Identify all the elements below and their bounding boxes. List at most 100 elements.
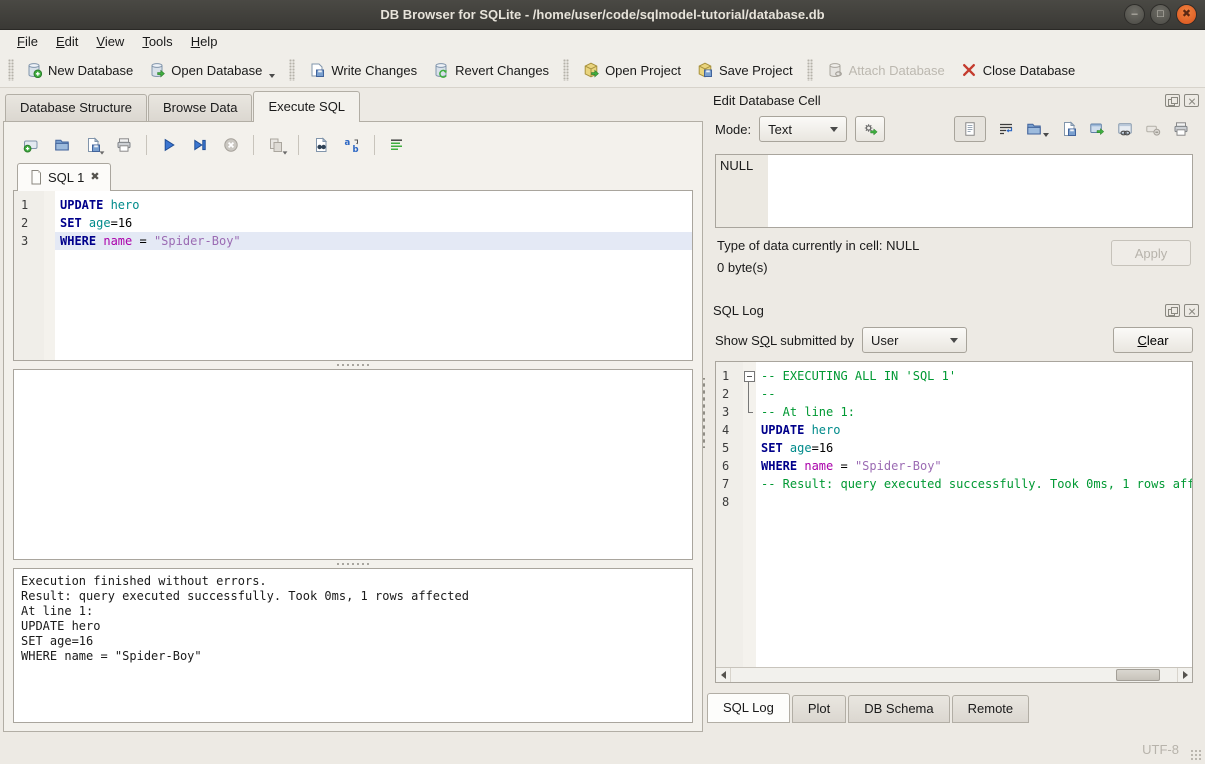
log-line: UPDATE hero	[21, 619, 685, 634]
new-tab-button[interactable]	[19, 133, 43, 157]
edit-cell-title: Edit Database Cell	[713, 93, 821, 108]
code-segment: name	[103, 234, 132, 248]
maximize-button[interactable]: □	[1150, 4, 1171, 25]
toolbar-drag-handle[interactable]	[8, 59, 14, 81]
code-line: SET age=16	[55, 214, 692, 232]
code-segment: =	[132, 234, 154, 248]
cell-edit-area[interactable]	[768, 155, 1192, 227]
copy-link-button[interactable]	[1117, 121, 1133, 137]
code-segment: WHERE	[60, 234, 103, 248]
sql-log-title: SQL Log	[713, 303, 764, 318]
export-data-button[interactable]	[1061, 121, 1077, 137]
status-bar: UTF-8	[0, 734, 1205, 764]
float-panel-icon[interactable]	[1165, 94, 1180, 107]
code-segment: "Spider-Boy"	[154, 234, 241, 248]
menu-view[interactable]: View	[87, 32, 133, 51]
minimize-button[interactable]: –	[1124, 4, 1145, 25]
scroll-right-icon[interactable]	[1177, 668, 1192, 682]
toolbar-separator	[807, 59, 813, 81]
cell-editor-icons	[954, 116, 1195, 142]
fold-cell	[743, 421, 756, 439]
open-external-button[interactable]	[1089, 121, 1105, 137]
print-button[interactable]	[112, 133, 136, 157]
find-replace-icon: ab	[344, 137, 360, 153]
close-database-label: Close Database	[983, 63, 1076, 78]
main-tab-bar: Database StructureBrowse DataExecute SQL	[3, 90, 703, 121]
active-toggle-button[interactable]	[954, 116, 986, 142]
execute-all-button[interactable]	[157, 133, 181, 157]
find-button[interactable]	[309, 133, 333, 157]
toolbar-separator	[298, 135, 299, 155]
line-number: 4	[722, 421, 743, 439]
execute-current-line-button[interactable]	[188, 133, 212, 157]
log-fold-margin[interactable]	[743, 362, 756, 667]
toolbar-separator	[146, 135, 147, 155]
fold-marker-icon[interactable]	[743, 403, 756, 421]
scrollbar-thumb[interactable]	[1116, 669, 1160, 681]
sql-file-tab[interactable]: SQL 1 ✖	[17, 163, 111, 191]
sql-editor[interactable]: 123 UPDATE heroSET age=16WHERE name = "S…	[13, 190, 693, 361]
word-wrap-button[interactable]	[998, 121, 1014, 137]
scroll-left-icon[interactable]	[716, 668, 731, 682]
new-database-button[interactable]: New Database	[18, 57, 141, 83]
text-mode-button[interactable]	[962, 121, 978, 137]
attach-database-icon	[827, 62, 843, 78]
write-changes-button[interactable]: Write Changes	[301, 57, 425, 83]
log-code-line: --	[756, 385, 1192, 403]
close-button[interactable]: ✖	[1176, 4, 1197, 25]
attach-database-label: Attach Database	[849, 63, 945, 78]
bottom-tab-remote[interactable]: Remote	[952, 695, 1030, 723]
editor-code-area[interactable]: UPDATE heroSET age=16WHERE name = "Spide…	[55, 191, 692, 360]
tab-database-structure[interactable]: Database Structure	[5, 94, 147, 121]
log-filter-select[interactable]: User	[862, 327, 967, 353]
float-panel-icon[interactable]	[1165, 304, 1180, 317]
line-number: 1	[722, 367, 743, 385]
mode-select[interactable]: Text	[759, 116, 847, 142]
menu-help[interactable]: Help	[182, 32, 227, 51]
close-database-button[interactable]: Close Database	[953, 57, 1084, 83]
resize-grip[interactable]	[1190, 749, 1202, 761]
fold-marker-icon[interactable]	[743, 367, 756, 385]
revert-changes-button[interactable]: Revert Changes	[425, 57, 557, 83]
tab-browse-data[interactable]: Browse Data	[148, 94, 252, 121]
format-sql-button[interactable]	[385, 133, 409, 157]
db-open-icon	[149, 62, 165, 78]
bottom-tab-sql-log[interactable]: SQL Log	[707, 693, 790, 723]
sql-log-filter-row: Show SQL submitted by User Clear	[715, 327, 1193, 353]
svg-text:a: a	[345, 138, 351, 148]
close-database-icon	[961, 62, 977, 78]
sql-file-icon	[28, 169, 42, 185]
save-project-button[interactable]: Save Project	[689, 57, 801, 83]
close-panel-icon[interactable]	[1184, 304, 1199, 317]
import-data-button[interactable]	[1026, 121, 1049, 137]
cell-editor[interactable]: NULL	[715, 154, 1193, 228]
close-panel-icon[interactable]	[1184, 94, 1199, 107]
auto-apply-button[interactable]	[855, 116, 885, 142]
clear-button[interactable]: Clear	[1113, 327, 1193, 353]
bottom-tab-db-schema[interactable]: DB Schema	[848, 695, 949, 723]
sql-editor-toolbar: ab	[13, 130, 693, 160]
mode-label: Mode:	[715, 122, 751, 137]
results-log-splitter[interactable]	[13, 560, 693, 568]
tab-execute-sql[interactable]: Execute SQL	[253, 91, 360, 122]
revert-changes-label: Revert Changes	[455, 63, 549, 78]
menu-file[interactable]: File	[8, 32, 47, 51]
menu-tools[interactable]: Tools	[133, 32, 181, 51]
panel-splitter[interactable]	[700, 378, 707, 448]
log-code-line: -- At line 1:	[756, 403, 1192, 421]
gear-apply-icon	[862, 121, 878, 137]
menu-edit[interactable]: Edit	[47, 32, 87, 51]
open-database-button[interactable]: Open Database	[141, 57, 283, 83]
sql-log-view[interactable]: 12345678 -- EXECUTING ALL IN 'SQL 1'----…	[715, 361, 1193, 683]
fold-marker-icon[interactable]	[743, 385, 756, 403]
horizontal-scrollbar[interactable]	[716, 667, 1192, 682]
save-sql-file-button[interactable]	[81, 133, 105, 157]
open-project-button[interactable]: Open Project	[575, 57, 689, 83]
find-replace-button[interactable]: ab	[340, 133, 364, 157]
bottom-tab-plot[interactable]: Plot	[792, 695, 846, 723]
close-sql-tab-icon[interactable]: ✖	[90, 172, 99, 183]
log-line: At line 1:	[21, 604, 685, 619]
open-sql-file-button[interactable]	[50, 133, 74, 157]
editor-results-splitter[interactable]	[13, 361, 693, 369]
print-cell-button[interactable]	[1173, 121, 1189, 137]
